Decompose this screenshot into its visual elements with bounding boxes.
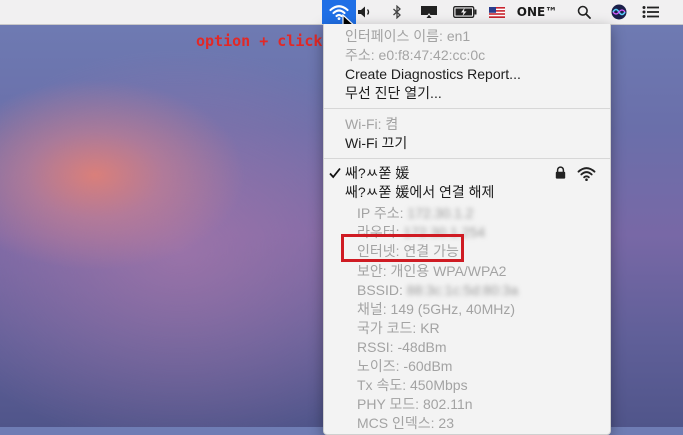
bssid-value: 88:3c:1c:5d:80:3a bbox=[406, 282, 519, 298]
option-click-annotation: option + click bbox=[196, 32, 323, 50]
phy-mode: PHY 모드: 802.11n bbox=[357, 396, 473, 412]
highlight-box bbox=[341, 234, 464, 262]
noise: 노이즈: -60dBm bbox=[357, 358, 453, 374]
ip-address: IP 주소: 172.30.1.2 bbox=[357, 205, 474, 221]
open-wireless-diagnostics-item[interactable]: 무선 진단 열기... bbox=[345, 84, 442, 102]
rssi: RSSI: -48dBm bbox=[357, 339, 447, 355]
wifi-dropdown-menu: 인터페이스 이름: en1 주소: e0:f8:47:42:cc:0c Crea… bbox=[323, 24, 611, 435]
channel: 채널: 149 (5GHz, 40MHz) bbox=[357, 301, 516, 317]
ip-address-value: 172.30.1.2 bbox=[407, 205, 474, 221]
volume-icon[interactable] bbox=[352, 0, 378, 24]
menu-divider bbox=[324, 158, 610, 159]
airplay-icon[interactable] bbox=[416, 0, 442, 24]
us-flag-icon[interactable] bbox=[487, 0, 507, 24]
menu-divider bbox=[324, 108, 610, 109]
notification-center-icon[interactable] bbox=[640, 0, 662, 24]
wifi-signal-icon bbox=[577, 164, 596, 182]
mac-address: 주소: e0:f8:47:42:cc:0c bbox=[345, 47, 486, 63]
user-name[interactable]: ONE™ bbox=[513, 0, 561, 24]
security: 보안: 개인용 WPA/WPA2 bbox=[357, 263, 507, 279]
wifi-status: Wi-Fi: 켬 bbox=[345, 116, 399, 132]
lock-icon bbox=[555, 164, 566, 182]
create-diagnostics-report-item[interactable]: Create Diagnostics Report... bbox=[345, 65, 521, 83]
interface-name: 인터페이스 이름: en1 bbox=[345, 28, 471, 44]
spotlight-search-icon[interactable] bbox=[574, 0, 594, 24]
disconnect-item[interactable]: 쌔?ㅆ쭏 媛에서 연결 해제 bbox=[345, 183, 494, 201]
bluetooth-icon[interactable] bbox=[386, 0, 408, 24]
tx-rate: Tx 속도: 450Mbps bbox=[357, 377, 468, 393]
mcs-index: MCS 인덱스: 23 bbox=[357, 415, 454, 431]
turn-wifi-off-item[interactable]: Wi-Fi 끄기 bbox=[345, 134, 407, 152]
bssid: BSSID: 88:3c:1c:5d:80:3a bbox=[357, 282, 519, 298]
country-code: 국가 코드: KR bbox=[357, 320, 440, 336]
battery-icon[interactable] bbox=[450, 0, 480, 24]
checkmark-icon bbox=[329, 164, 343, 182]
network-name: 쌔?ㅆ쭏 媛 bbox=[345, 165, 410, 181]
siri-icon[interactable] bbox=[609, 0, 629, 24]
